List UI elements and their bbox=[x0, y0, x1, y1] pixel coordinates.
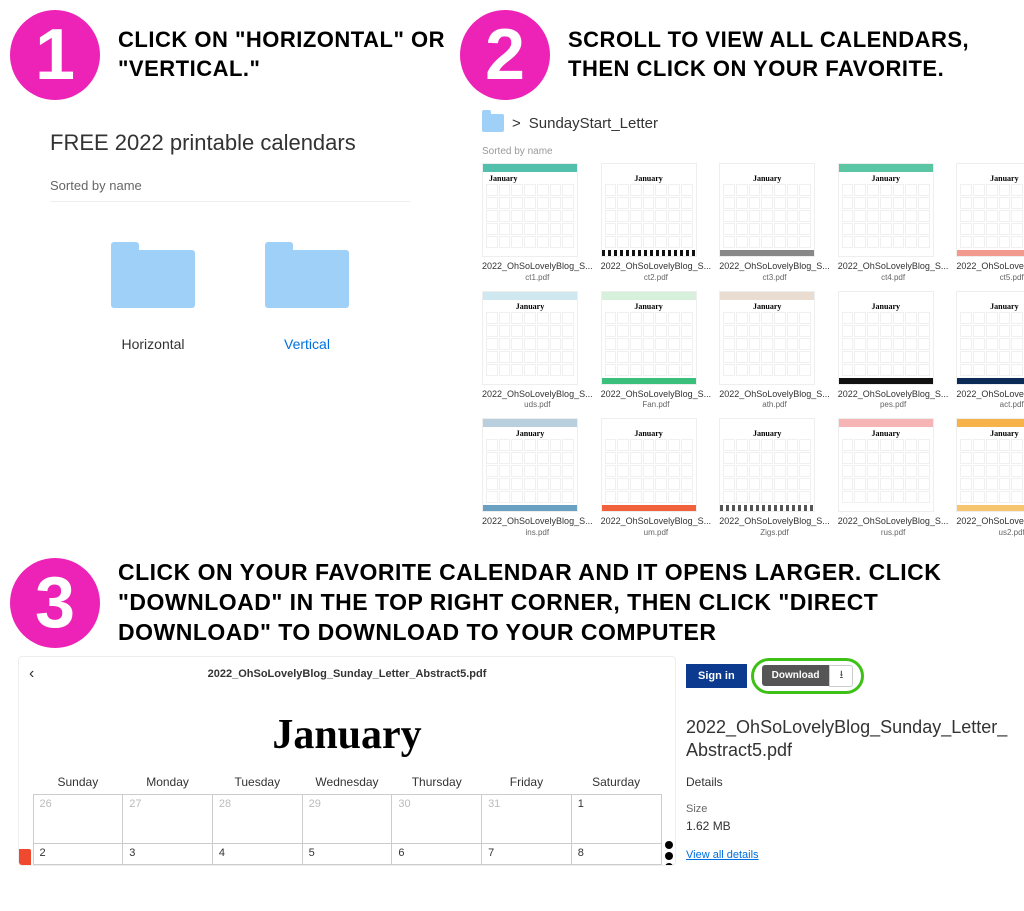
dow-label: Monday bbox=[123, 775, 213, 789]
decorative-accent bbox=[18, 849, 31, 866]
calendar-cell: 5 bbox=[302, 843, 393, 865]
calendar-thumbnail[interactable]: January 2022_OhSoLovelyBlog_S...ct5.pdf bbox=[956, 163, 1024, 283]
dow-label: Tuesday bbox=[212, 775, 302, 789]
folder-vertical[interactable]: Vertical bbox=[265, 242, 349, 352]
file-title: 2022_OhSoLovelyBlog_Sunday_Letter_Abstra… bbox=[686, 716, 1016, 763]
calendar-cell: 2 bbox=[33, 843, 124, 865]
calendar-cell: 3 bbox=[122, 843, 213, 865]
step-3-panel: 3 CLICK ON YOUR FAVORITE CALENDAR AND IT… bbox=[0, 548, 1024, 866]
folder-label: Horizontal bbox=[121, 336, 184, 352]
back-icon[interactable]: ‹ bbox=[29, 665, 34, 683]
folder-icon bbox=[265, 242, 349, 308]
breadcrumb-current: SundayStart_Letter bbox=[529, 115, 658, 132]
pdf-preview: ‹ 2022_OhSoLovelyBlog_Sunday_Letter_Abst… bbox=[18, 656, 676, 866]
dow-label: Sunday bbox=[33, 775, 123, 789]
calendar-cell: 26 bbox=[33, 794, 124, 844]
calendar-cell: 31 bbox=[481, 794, 572, 844]
dow-label: Saturday bbox=[571, 775, 661, 789]
divider bbox=[50, 201, 410, 202]
calendar-body: 2627282930311 2345678 bbox=[33, 795, 661, 865]
download-menu-button[interactable]: ⭳ bbox=[829, 665, 853, 687]
calendar-thumbnail[interactable]: January 2022_OhSoLovelyBlog_S...ath.pdf bbox=[719, 291, 830, 411]
calendar-thumbnail[interactable]: January 2022_OhSoLovelyBlog_S...ct2.pdf bbox=[601, 163, 712, 283]
calendar-thumbnail[interactable]: January 2022_OhSoLovelyBlog_S...uds.pdf bbox=[482, 291, 593, 411]
calendar-thumbnail[interactable]: January 2022_OhSoLovelyBlog_S...um.pdf bbox=[601, 418, 712, 538]
step-3-text: CLICK ON YOUR FAVORITE CALENDAR AND IT O… bbox=[118, 558, 1024, 648]
calendar-thumbnail[interactable]: January 2022_OhSoLovelyBlog_S...ct1.pdf bbox=[482, 163, 593, 283]
page-title: FREE 2022 printable calendars bbox=[50, 130, 410, 156]
step-2-number: 2 bbox=[460, 10, 550, 100]
calendar-cell: 30 bbox=[391, 794, 482, 844]
calendar-month-title: January bbox=[33, 711, 661, 759]
calendar-thumbnail[interactable]: January 2022_OhSoLovelyBlog_S...us2.pdf bbox=[956, 418, 1024, 538]
calendar-cell: 6 bbox=[391, 843, 482, 865]
calendar-cell: 1 bbox=[571, 794, 662, 844]
details-heading: Details bbox=[686, 775, 1016, 789]
folder-label: Vertical bbox=[284, 336, 330, 352]
download-highlight: Download ⭳ bbox=[751, 658, 865, 694]
calendar-cell: 28 bbox=[212, 794, 303, 844]
calendar-thumbnail[interactable]: January 2022_OhSoLovelyBlog_S...ins.pdf bbox=[482, 418, 593, 538]
decorative-dots bbox=[665, 841, 676, 866]
calendar-thumbnail[interactable]: January 2022_OhSoLovelyBlog_S...Zigs.pdf bbox=[719, 418, 830, 538]
step-2-text: SCROLL TO VIEW ALL CALENDARS, THEN CLICK… bbox=[568, 26, 1010, 83]
calendar-thumbnail[interactable]: January 2022_OhSoLovelyBlog_S...act.pdf bbox=[956, 291, 1024, 411]
calendar-cell: 27 bbox=[122, 794, 213, 844]
calendar-cell: 7 bbox=[481, 843, 572, 865]
calendar-thumbnail[interactable]: January 2022_OhSoLovelyBlog_S...Fan.pdf bbox=[601, 291, 712, 411]
breadcrumb-sep: > bbox=[512, 115, 521, 132]
dow-label: Friday bbox=[482, 775, 572, 789]
details-sidebar: Sign in Download ⭳ 2022_OhSoLovelyBlog_S… bbox=[686, 656, 1016, 866]
thumbnail-grid: January 2022_OhSoLovelyBlog_S...ct1.pdf … bbox=[460, 163, 1010, 548]
calendar-thumbnail[interactable]: January 2022_OhSoLovelyBlog_S...pes.pdf bbox=[838, 291, 949, 411]
size-value: 1.62 MB bbox=[686, 819, 1016, 833]
step-1-text: CLICK ON "HORIZONTAL" OR "VERTICAL." bbox=[118, 26, 450, 83]
download-button[interactable]: Download bbox=[762, 665, 830, 686]
size-label: Size bbox=[686, 803, 1016, 815]
preview-filename: 2022_OhSoLovelyBlog_Sunday_Letter_Abstra… bbox=[208, 668, 487, 680]
view-all-details-link[interactable]: View all details bbox=[686, 849, 1016, 861]
sorted-label: Sorted by name bbox=[460, 140, 1010, 163]
folder-horizontal[interactable]: Horizontal bbox=[111, 242, 195, 352]
dow-label: Wednesday bbox=[302, 775, 392, 789]
step-1-number: 1 bbox=[10, 10, 100, 100]
folder-icon[interactable] bbox=[482, 114, 504, 132]
calendar-cell: 4 bbox=[212, 843, 303, 865]
calendar-thumbnail[interactable]: January 2022_OhSoLovelyBlog_S...ct3.pdf bbox=[719, 163, 830, 283]
dow-label: Thursday bbox=[392, 775, 482, 789]
breadcrumb: > SundayStart_Letter bbox=[460, 110, 1010, 140]
folder-icon bbox=[111, 242, 195, 308]
step-2-panel: 2 SCROLL TO VIEW ALL CALENDARS, THEN CLI… bbox=[450, 0, 1010, 548]
step-1-panel: 1 CLICK ON "HORIZONTAL" OR "VERTICAL." F… bbox=[0, 0, 450, 548]
sorted-label: Sorted by name bbox=[50, 178, 410, 193]
calendar-thumbnail[interactable]: January 2022_OhSoLovelyBlog_S...ct4.pdf bbox=[838, 163, 949, 283]
calendar-cell: 29 bbox=[302, 794, 393, 844]
calendar-header: SundayMondayTuesdayWednesdayThursdayFrid… bbox=[33, 775, 661, 789]
calendar-cell: 8 bbox=[571, 843, 662, 865]
step-3-number: 3 bbox=[10, 558, 100, 648]
sign-in-button[interactable]: Sign in bbox=[686, 664, 747, 688]
calendar-thumbnail[interactable]: January 2022_OhSoLovelyBlog_S...rus.pdf bbox=[838, 418, 949, 538]
